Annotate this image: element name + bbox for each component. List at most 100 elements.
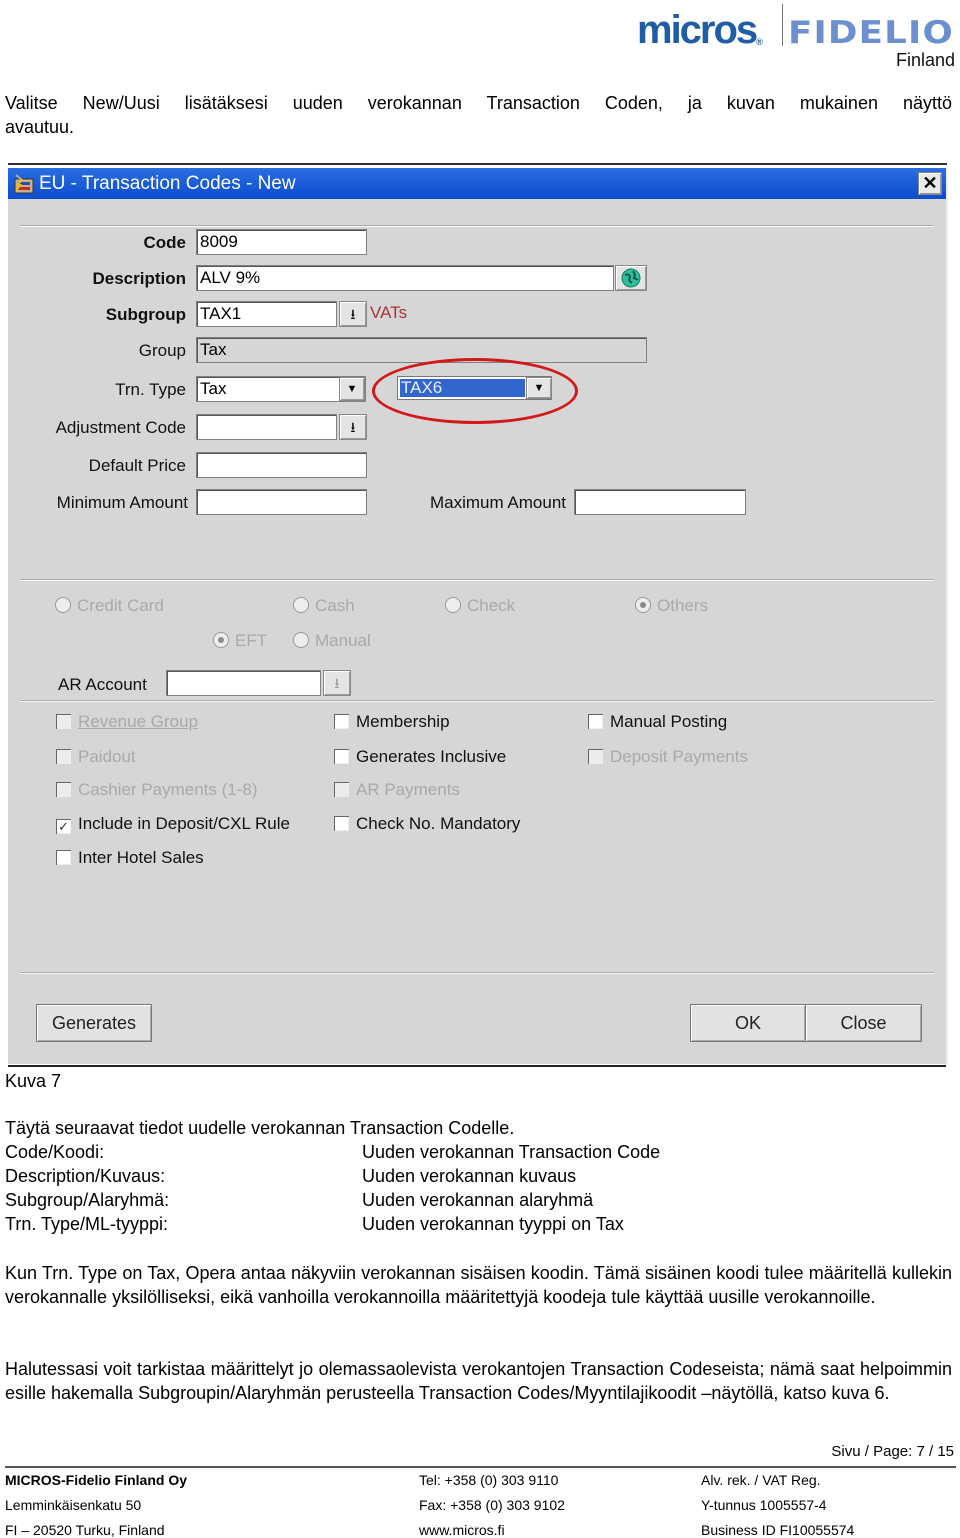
globe-icon [621,268,641,288]
radio-manual[interactable]: Manual [293,630,371,652]
translation-button[interactable] [615,265,647,291]
checkbox-icon [56,782,71,797]
minimum-amount-label: Minimum Amount [56,493,188,512]
intro-line-1: Valitse New/Uusi lisätäksesi uuden verok… [5,93,952,113]
close-window-button[interactable]: ✕ [918,172,942,195]
minimum-amount-input[interactable] [196,489,367,515]
checkbox-manual-posting[interactable]: Manual Posting [588,711,727,733]
intro-line-2: avautuu. [5,117,75,137]
description-input[interactable]: ALV 9% [196,265,614,291]
adjustment-code-input[interactable] [196,414,337,440]
fill-label: Code/Koodi: [5,1142,105,1162]
fill-label: Description/Kuvaus: [5,1166,166,1186]
dialog-title: EU - Transaction Codes - New [39,173,296,194]
subgroup-input[interactable]: TAX1 [196,301,337,327]
radio-icon [293,632,309,648]
maximum-amount-input[interactable] [574,489,746,515]
logo-region: Finland [895,50,955,70]
adjustment-code-label: Adjustment Code [55,418,186,437]
subgroup-label: Subgroup [105,305,186,324]
paragraph-tax-code: Kun Trn. Type on Tax, Opera antaa näkyvi… [5,1263,952,1307]
dialog-titlebar: EU - Transaction Codes - New ✕ [8,168,946,199]
checkbox-check-no-mandatory[interactable]: Check No. Mandatory [334,813,520,835]
trn-type-dropdown-button[interactable]: ▼ [339,377,365,401]
registered-mark: ® [756,37,763,47]
logo-divider [782,4,783,46]
transaction-codes-dialog: EU - Transaction Codes - New ✕ Code 8009… [8,168,948,1064]
checkbox-deposit-payments[interactable]: Deposit Payments [588,746,748,768]
checkbox-paidout[interactable]: Paidout [56,746,136,768]
ar-account-label: AR Account [58,675,147,694]
checkbox-generates-inclusive[interactable]: Generates Inclusive [334,746,506,768]
separator [20,972,934,974]
checkbox-icon [334,714,349,729]
description-label: Description [92,269,186,288]
default-price-label: Default Price [88,456,186,475]
fill-intro: Täytä seuraavat tiedot uudelle verokanna… [5,1118,515,1138]
checkbox-label: Membership [356,712,450,731]
paragraph-check-existing: Halutessasi voit tarkistaa määrittelyt j… [5,1359,952,1403]
checkbox-cashier-payments[interactable]: Cashier Payments (1-8) [56,779,258,801]
footer-vat-label: Alv. rek. / VAT Reg. [701,1472,821,1488]
checkbox-icon [588,749,603,764]
tax-code-dropdown-button[interactable]: ▼ [526,377,552,399]
radio-icon [445,597,461,613]
check-icon: ✓ [56,819,71,834]
separator [20,579,934,581]
footer-tel: Tel: +358 (0) 303 9110 [419,1472,559,1488]
code-input[interactable]: 8009 [196,229,367,255]
radio-check[interactable]: Check [445,595,515,617]
fill-table: Code/Koodi: Uuden verokannan Transaction… [0,1140,960,1236]
checkbox-label: Inter Hotel Sales [78,848,204,867]
checkbox-icon [56,850,71,865]
adjustment-code-lookup-button[interactable]: ⭳ [339,414,367,440]
default-price-input[interactable] [196,452,367,478]
checkbox-include-deposit-cxl-rule[interactable]: ✓ Include in Deposit/CXL Rule [56,813,290,835]
ar-account-lookup-button[interactable]: ⭳ [323,670,351,696]
radio-others[interactable]: Others [635,595,708,617]
checkbox-label: Revenue Group [78,712,199,731]
radio-credit-card[interactable]: Credit Card [55,595,164,617]
code-label: Code [143,233,187,252]
checkbox-inter-hotel-sales[interactable]: Inter Hotel Sales [56,847,204,869]
checkbox-label: Generates Inclusive [356,747,507,766]
fill-label: Trn. Type/ML-tyyppi: [5,1214,169,1234]
footer-web-link[interactable]: www.micros.fi [419,1522,505,1538]
lookup-arrow-icon: ⭳ [350,419,356,435]
fill-value: Uuden verokannan kuvaus [362,1166,577,1186]
chevron-down-icon: ▼ [346,383,358,395]
checkbox-label: Include in Deposit/CXL Rule [78,814,290,833]
radio-label: Check [467,596,516,615]
ar-account-input[interactable] [166,670,321,696]
radio-cash[interactable]: Cash [293,595,355,617]
checkbox-label: Cashier Payments (1-8) [78,780,258,799]
checkbox-icon [334,816,349,831]
checkbox-label: Paidout [78,747,136,766]
footer-ytunnus: Y-tunnus 1005557-4 [701,1497,827,1513]
checkbox-label: Check No. Mandatory [356,814,521,833]
checkbox-icon [56,749,71,764]
checkbox-membership[interactable]: Membership [334,711,450,733]
radio-label: Credit Card [77,596,164,615]
radio-eft[interactable]: EFT [213,630,267,652]
trn-type-label: Trn. Type [115,380,186,399]
figure-top-rule [8,163,947,165]
ok-button[interactable]: OK [690,1004,806,1042]
radio-icon [55,597,71,613]
subgroup-lookup-button[interactable]: ⭳ [339,301,367,327]
checkbox-label: Manual Posting [610,712,728,731]
radio-label: Others [657,596,709,615]
lookup-arrow-icon: ⭳ [350,306,356,322]
separator [20,700,934,702]
checkbox-ar-payments[interactable]: AR Payments [334,779,460,801]
close-icon: ✕ [922,173,938,193]
figure-bottom-rule [8,1065,946,1067]
footer-street: Lemminkäisenkatu 50 [5,1497,142,1513]
radio-selected-icon [635,597,651,613]
fill-value: Uuden verokannan tyyppi on Tax [362,1214,624,1234]
checkbox-revenue-group[interactable]: Revenue Group [56,711,198,733]
checkbox-icon [56,714,71,729]
close-button[interactable]: Close [805,1004,922,1042]
generates-button[interactable]: Generates [36,1004,152,1042]
radio-icon [293,597,309,613]
